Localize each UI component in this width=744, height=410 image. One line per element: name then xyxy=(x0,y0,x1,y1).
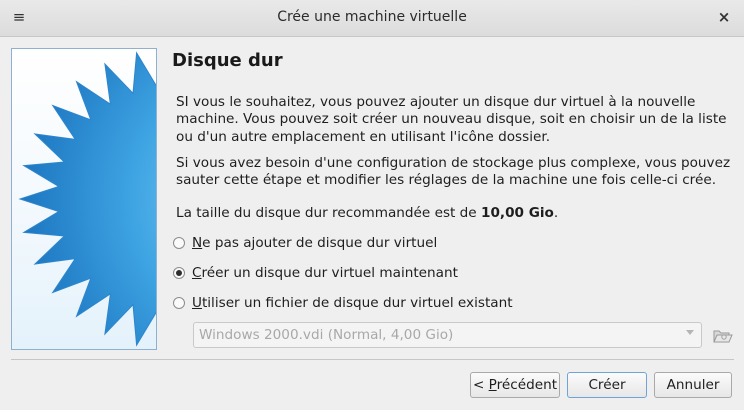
window-title: Crée une machine virtuelle xyxy=(277,9,467,25)
radio-no-disk-indicator[interactable] xyxy=(173,237,185,249)
recommended-size-value: 10,00 Gio xyxy=(481,205,554,221)
storage-paragraph: Si vous avez besoin d'une configuration … xyxy=(176,155,731,189)
page-title: Disque dur xyxy=(172,50,283,71)
radio-existing-disk-label: Utiliser un fichier de disque dur virtue… xyxy=(192,295,513,311)
intro-paragraph: SI vous le souhaitez, vous pouvez ajoute… xyxy=(176,94,727,145)
button-separator xyxy=(11,359,734,360)
radio-no-disk[interactable]: Ne pas ajouter de disque dur virtuel xyxy=(173,233,437,253)
radio-create-disk-indicator[interactable] xyxy=(173,267,185,279)
starburst-icon xyxy=(18,51,156,347)
radio-create-disk-label: Créer un disque dur virtuel maintenant xyxy=(192,265,458,281)
wizard-window: ≡ Crée une machine virtuelle × Disque du… xyxy=(0,0,744,410)
recommended-size-text: La taille du disque dur recommandée est … xyxy=(176,205,736,222)
existing-disk-select[interactable]: Windows 2000.vdi (Normal, 4,00 Gio) xyxy=(193,322,702,348)
wizard-banner-image xyxy=(11,48,157,350)
existing-disk-select-value: Windows 2000.vdi (Normal, 4,00 Gio) xyxy=(199,327,454,343)
cancel-button[interactable]: Annuler xyxy=(654,372,732,398)
radio-existing-disk-indicator[interactable] xyxy=(173,297,185,309)
radio-existing-disk[interactable]: Utiliser un fichier de disque dur virtue… xyxy=(173,293,513,313)
radio-create-disk[interactable]: Créer un disque dur virtuel maintenant xyxy=(173,263,458,283)
recommended-prefix: La taille du disque dur recommandée est … xyxy=(176,205,481,221)
chevron-down-icon xyxy=(686,330,694,335)
recommended-suffix: . xyxy=(553,205,559,221)
previous-button[interactable]: < Précédent xyxy=(470,372,560,398)
close-icon[interactable]: × xyxy=(714,7,734,27)
folder-open-icon[interactable] xyxy=(709,322,735,348)
create-button[interactable]: Créer xyxy=(567,372,647,398)
radio-no-disk-label: Ne pas ajouter de disque dur virtuel xyxy=(192,235,438,251)
title-bar: ≡ Crée une machine virtuelle × xyxy=(0,0,744,37)
